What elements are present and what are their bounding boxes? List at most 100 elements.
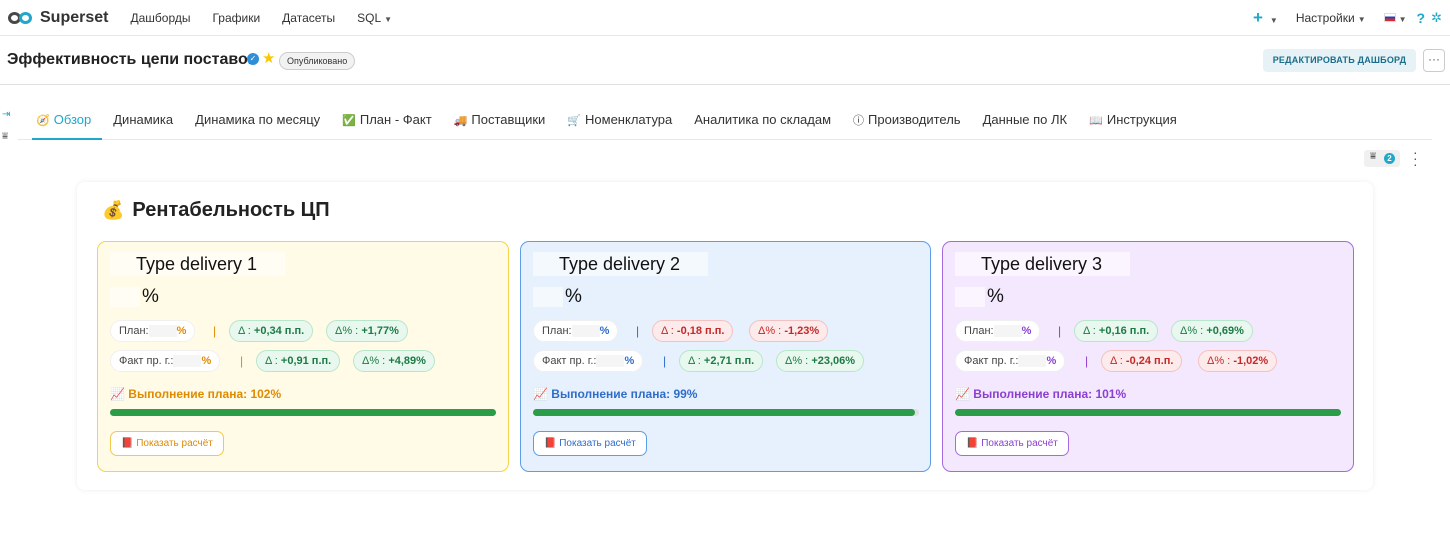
plan-delta-pp: Δ : -0,18 п.п. [652, 320, 734, 342]
add-menu[interactable]: + ▼ [1253, 8, 1278, 28]
chevron-down-icon: ▼ [1269, 16, 1278, 25]
plan-fulfillment: 📈 Выполнение плана: 101% [955, 387, 1127, 401]
tab-plan-fact[interactable]: ✅ План - Факт [331, 102, 443, 140]
help-icon[interactable]: ? [1417, 10, 1426, 26]
top-navbar: Superset Дашборды Графики Датасеты SQL ▼ … [0, 0, 1450, 36]
delivery-card-2: Type delivery 2 % План:% | Δ : -0,18 п.п… [520, 241, 931, 472]
hidden-value [955, 286, 985, 307]
delivery-name: Type delivery 2 [533, 252, 709, 276]
nav-sql[interactable]: SQL ▼ [357, 11, 392, 25]
language-menu[interactable]: ▼ [1366, 11, 1407, 25]
fact-pill: Факт пр. г.:% [533, 350, 644, 372]
money-bag-icon: 💰 [102, 200, 125, 220]
percent-sign: % [987, 286, 1004, 307]
delta-label: Δ% : [758, 325, 782, 337]
nav-charts[interactable]: Графики [212, 11, 260, 25]
delta-value: +0,69% [1206, 325, 1244, 337]
published-badge[interactable]: Опубликовано [279, 52, 356, 70]
delta-label: Δ% : [1180, 325, 1204, 337]
expand-filters-icon[interactable]: ⇥ [2, 104, 10, 126]
tab-label: План - Факт [359, 112, 432, 127]
dashboard-title[interactable]: Эффективность цепи поставок [7, 51, 256, 69]
fact-pill: Факт пр. г.:% [955, 350, 1066, 372]
delta-label: Δ% : [335, 325, 359, 337]
fulfillment-progress-bar [110, 409, 496, 416]
delta-label: Δ : [238, 325, 251, 337]
filter-icon: ⩸ [1370, 151, 1377, 162]
show-calculation-button[interactable]: 📕 Показать расчёт [955, 431, 1069, 456]
delta-value: +0,16 п.п. [1098, 325, 1150, 337]
delta-label: Δ : [1110, 355, 1123, 367]
delta-label: Δ% : [785, 355, 809, 367]
progress-fill [533, 409, 916, 416]
tab-dynamics-month[interactable]: Динамика по месяцу [184, 102, 331, 140]
fact-delta-pct: Δ% : -1,02% [1198, 350, 1278, 372]
filter-bar-collapsed: ⇥ ⩸ [2, 104, 10, 148]
delivery-name: Type delivery 1 [110, 252, 286, 276]
profitability-value: % [533, 286, 582, 308]
tab-warehouses[interactable]: Аналитика по складам [683, 102, 842, 140]
edit-dashboard-button[interactable]: РЕДАКТИРОВАТЬ ДАШБОРД [1263, 49, 1416, 72]
profitability-value: % [110, 286, 159, 308]
superset-logo[interactable]: Superset [6, 9, 108, 27]
delta-value: -0,24 п.п. [1125, 355, 1174, 367]
logo-text: Superset [40, 8, 109, 26]
hidden-value [173, 355, 202, 368]
more-actions-button[interactable]: ··· [1423, 49, 1445, 72]
delta-value: +0,91 п.п. [280, 355, 332, 367]
tab-label: Данные по ЛК [982, 112, 1068, 127]
dashboard-tabs: 🧭 Обзор Динамика Динамика по месяцу ✅ План… [18, 102, 1432, 140]
hidden-value [148, 325, 177, 338]
hidden-value [596, 355, 625, 368]
filter-count-badge: 2 [1384, 153, 1395, 164]
more-vertical-icon[interactable]: · · · [1413, 145, 1418, 171]
delta-value: -1,02% [1233, 355, 1269, 367]
superset-logo-icon [6, 11, 36, 25]
delta-label: Δ% : [362, 355, 386, 367]
separator: | [240, 354, 244, 368]
fact-label: Факт пр. г.: [542, 355, 597, 367]
delta-value: +4,89% [388, 355, 426, 367]
card-title: 💰 Рентабельность ЦП [102, 199, 330, 222]
info-icon: ⓘ [853, 115, 865, 127]
bug-icon[interactable]: ✲ [1431, 10, 1442, 26]
tab-manufacturer[interactable]: ⓘ Производитель [842, 102, 972, 140]
hidden-value [533, 286, 563, 307]
plan-label: План: [119, 325, 149, 337]
tab-dynamics[interactable]: Динамика [102, 102, 184, 140]
card-title-text: Рентабельность ЦП [132, 199, 330, 221]
filter-indicator[interactable]: ⩸ 2 [1364, 150, 1400, 167]
settings-label: Настройки [1295, 11, 1355, 25]
percent-sign: % [1046, 355, 1057, 367]
nav-sql-label: SQL [357, 10, 382, 25]
delivery-card-1: Type delivery 1 % План:% | Δ : +0,34 п.п… [97, 241, 509, 472]
fact-delta-pp: Δ : +2,71 п.п. [679, 350, 764, 372]
delivery-card-3: Type delivery 3 % План:% | Δ : +0,16 п.п… [942, 241, 1354, 472]
separator: | [1058, 324, 1062, 338]
chevron-down-icon: ▼ [384, 14, 393, 24]
compass-icon: 🧭 [36, 115, 50, 127]
checkmark-icon: ✅ [342, 115, 356, 127]
cart-icon: 🛒 [567, 115, 582, 127]
filter-icon[interactable]: ⩸ [2, 126, 10, 148]
nav-dashboards[interactable]: Дашборды [130, 11, 190, 25]
profitability-value: % [955, 286, 1004, 308]
delta-label: Δ% : [1207, 355, 1231, 367]
delta-label: Δ : [265, 355, 278, 367]
show-calculation-button[interactable]: 📕 Показать расчёт [110, 431, 224, 456]
favorite-star-icon[interactable]: ★ [262, 49, 275, 67]
tab-instructions[interactable]: 📖 Инструкция [1078, 102, 1188, 140]
chevron-down-icon: ▼ [1398, 15, 1407, 24]
tab-lk-data[interactable]: Данные по ЛК [972, 102, 1079, 140]
plus-icon: + [1252, 8, 1263, 27]
show-calculation-button[interactable]: 📕 Показать расчёт [533, 431, 647, 456]
tab-overview[interactable]: 🧭 Обзор [32, 102, 103, 140]
progress-fill [110, 409, 496, 416]
settings-menu[interactable]: Настройки ▼ [1296, 11, 1366, 25]
tab-label: Динамика по месяцу [195, 112, 321, 127]
certified-icon: ✓ [247, 53, 259, 65]
nav-datasets[interactable]: Датасеты [282, 11, 335, 25]
tab-nomenclature[interactable]: 🛒 Номенклатура [556, 102, 683, 140]
hidden-value [1018, 355, 1047, 368]
tab-suppliers[interactable]: 🚚 Поставщики [443, 102, 557, 140]
